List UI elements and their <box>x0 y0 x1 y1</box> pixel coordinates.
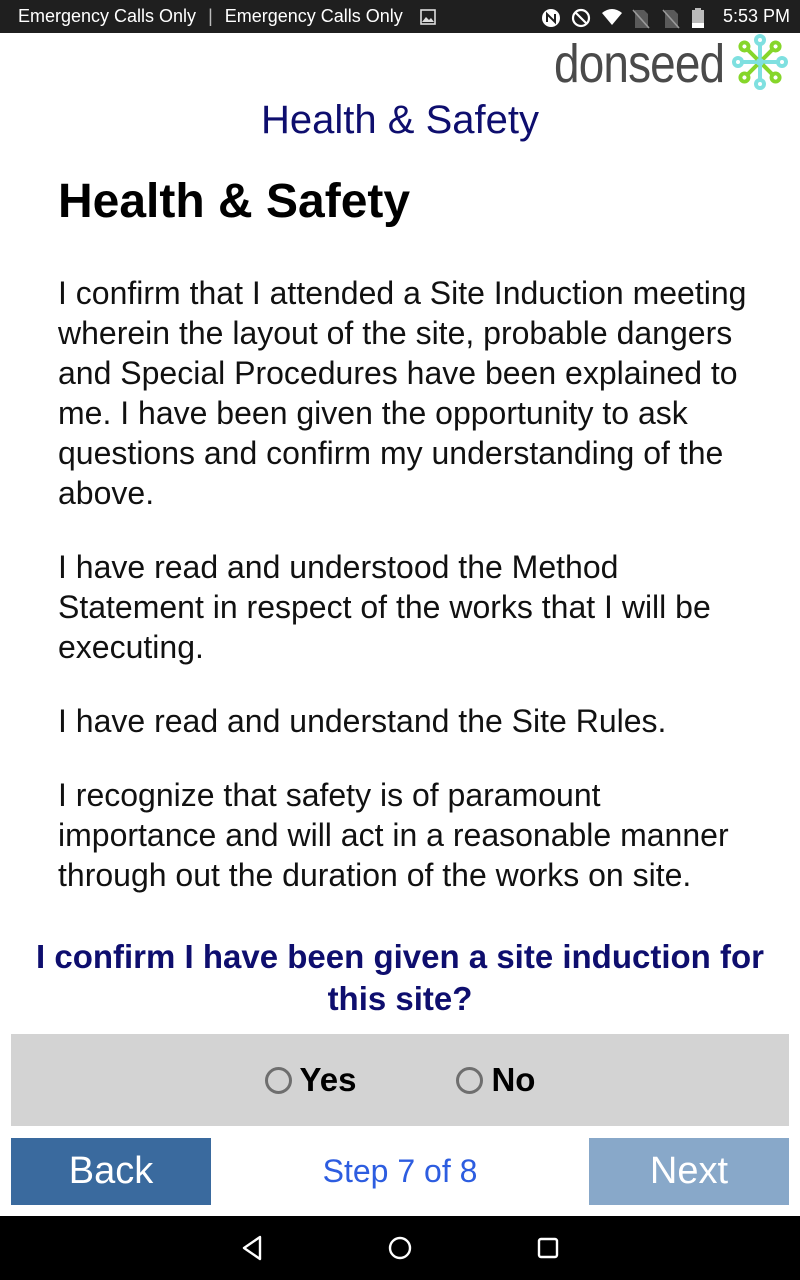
home-nav-icon[interactable] <box>386 1234 414 1262</box>
radio-option-yes[interactable]: Yes <box>264 1061 357 1099</box>
recents-nav-icon[interactable] <box>534 1234 562 1262</box>
radio-label-yes[interactable]: Yes <box>300 1061 357 1099</box>
wifi-icon <box>601 8 622 26</box>
page-title: Health & Safety <box>261 98 539 142</box>
content-paragraph: I have read and understand the Site Rule… <box>58 703 667 739</box>
image-notification-icon <box>419 8 437 26</box>
do-not-disturb-icon <box>571 8 591 27</box>
radio-option-no[interactable]: No <box>456 1061 535 1099</box>
content-paragraph: I confirm that I attended a Site Inducti… <box>58 275 747 511</box>
back-button[interactable]: Back <box>11 1138 211 1205</box>
clock: 5:53 PM <box>722 6 790 26</box>
content-heading: Health & Safety <box>58 175 411 228</box>
content-paragraph: I have read and understood the Method St… <box>58 549 711 665</box>
status-bar: Emergency Calls Only | Emergency Calls O… <box>0 0 800 33</box>
back-nav-icon[interactable] <box>238 1234 266 1262</box>
nfc-icon <box>541 8 560 27</box>
carrier-label-1: Emergency Calls Only <box>18 6 197 26</box>
logo-flower-icon <box>730 32 790 97</box>
answer-radio-group: Yes No <box>11 1034 789 1126</box>
no-sim-icon <box>661 8 680 29</box>
confirmation-question: I confirm I have been given a site induc… <box>36 938 764 1017</box>
step-indicator: Step 7 of 8 <box>322 1153 478 1189</box>
no-sim-icon <box>631 8 650 29</box>
radio-label-no[interactable]: No <box>491 1061 535 1099</box>
terms-content-scroll[interactable]: Health & Safety I confirm that I attende… <box>58 170 758 918</box>
battery-icon <box>691 7 709 28</box>
system-navigation-bar <box>0 1216 800 1280</box>
carrier-label-2: Emergency Calls Only <box>224 6 403 26</box>
wizard-navigation: Back Step 7 of 8 Next <box>11 1138 789 1205</box>
radio-button-no[interactable] <box>456 1066 484 1094</box>
logo-text: donseed <box>553 34 725 94</box>
donseed-logo: donseed <box>524 32 790 97</box>
radio-button-yes[interactable] <box>264 1066 292 1094</box>
carrier-separator: | <box>208 6 213 26</box>
content-paragraph: I recognize that safety is of paramount … <box>58 777 729 893</box>
next-button[interactable]: Next <box>589 1138 789 1205</box>
